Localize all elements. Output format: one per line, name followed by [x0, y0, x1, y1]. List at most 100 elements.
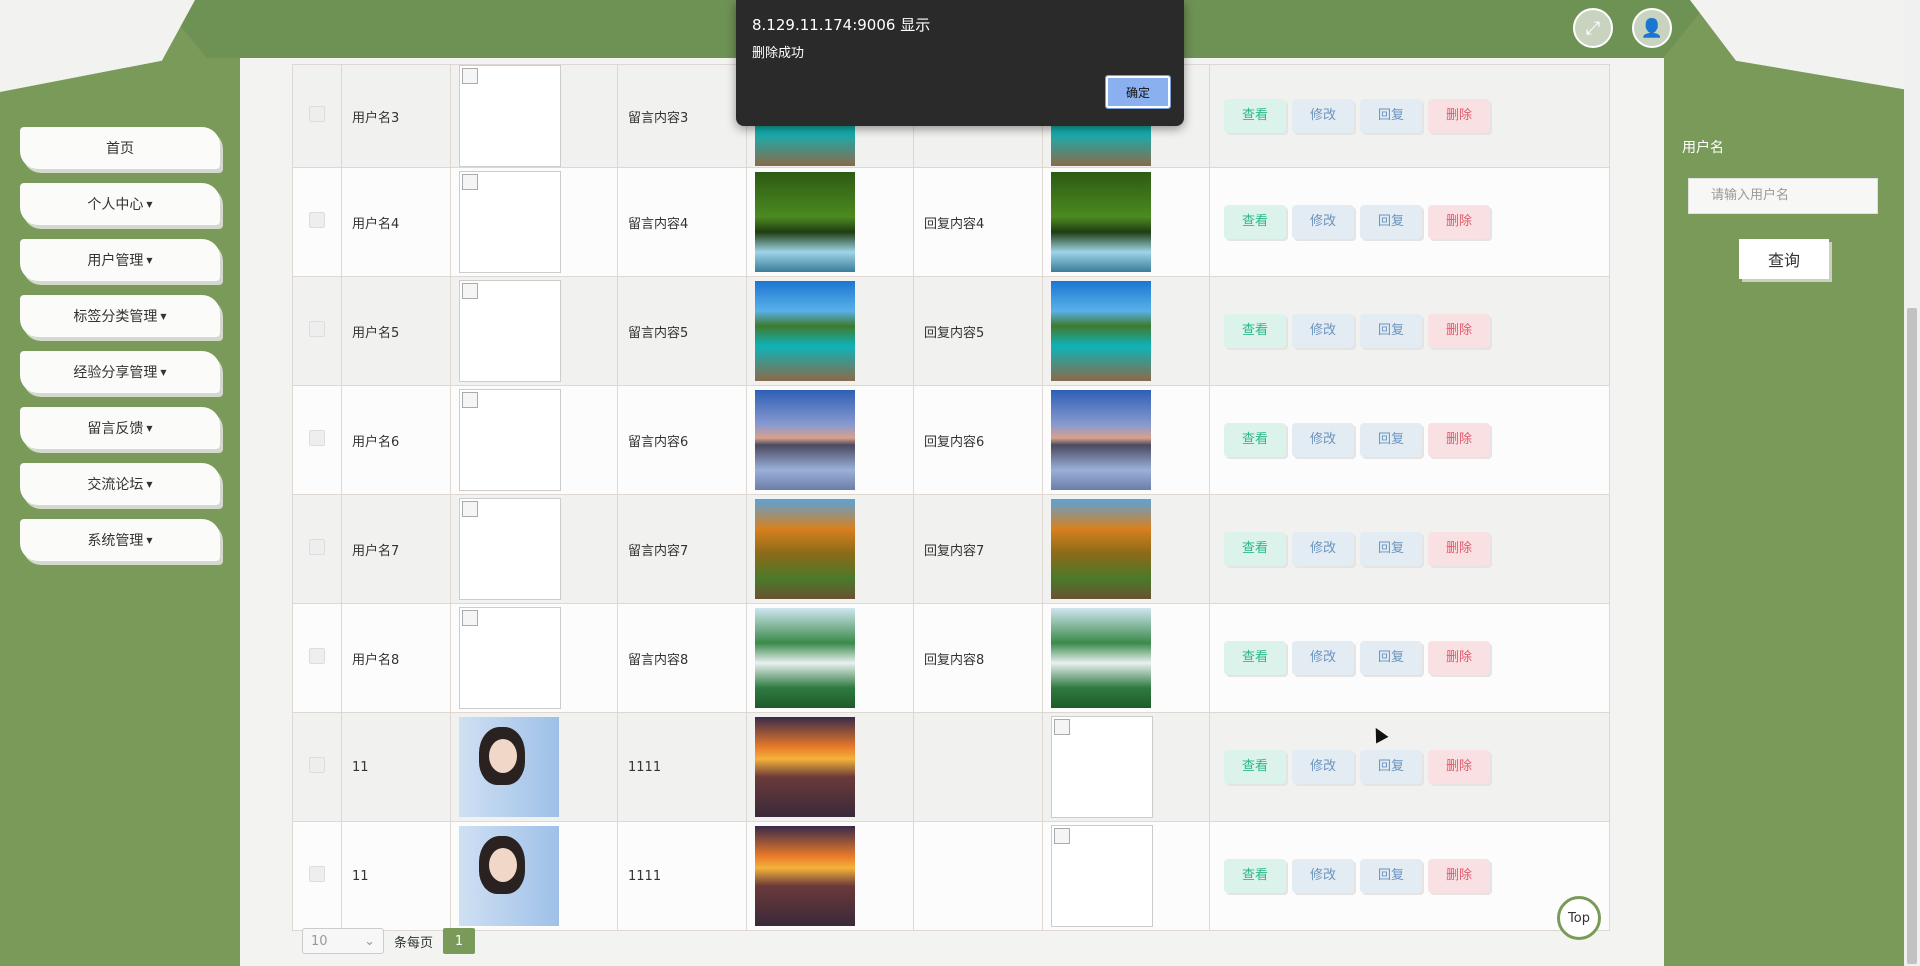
sidebar-item-2[interactable]: 用户管理 ▼ — [20, 239, 220, 281]
table-row: 用户名5 留言内容5 回复内容5 查看 修改 回复 删除 — [292, 276, 1610, 386]
broken-image-icon — [1051, 716, 1153, 818]
edit-button[interactable]: 修改 — [1292, 532, 1354, 566]
table-row: 用户名4 留言内容4 回复内容4 查看 修改 回复 删除 — [292, 167, 1610, 277]
row-checkbox[interactable] — [309, 106, 325, 122]
view-button[interactable]: 查看 — [1224, 99, 1286, 133]
query-button[interactable]: 查询 — [1739, 239, 1829, 279]
avatar-image — [459, 826, 559, 926]
image-image — [755, 499, 855, 599]
caret-down-icon: ▼ — [146, 423, 153, 433]
reply-cell: 回复内容8 — [913, 603, 1043, 713]
table-row: 11 1111 查看 修改 回复 删除 — [292, 712, 1610, 822]
edit-button[interactable]: 修改 — [1292, 99, 1354, 133]
row-checkbox[interactable] — [309, 321, 325, 337]
dialog-message: 删除成功 — [752, 46, 805, 61]
delete-button[interactable]: 删除 — [1428, 641, 1490, 675]
row-checkbox[interactable] — [309, 648, 325, 664]
view-button[interactable]: 查看 — [1224, 423, 1286, 457]
sidebar-item-label: 个人中心 — [87, 197, 144, 213]
username-cell: 用户名6 — [341, 385, 451, 495]
user-icon[interactable]: 👤 — [1632, 8, 1672, 48]
page-size-value: 10 — [311, 933, 328, 949]
delete-button[interactable]: 删除 — [1428, 314, 1490, 348]
table-row: 用户名6 留言内容6 回复内容6 查看 修改 回复 删除 — [292, 385, 1610, 495]
image-image — [755, 608, 855, 708]
delete-button[interactable]: 删除 — [1428, 859, 1490, 893]
edit-button[interactable]: 修改 — [1292, 205, 1354, 239]
reply-button[interactable]: 回复 — [1360, 205, 1422, 239]
edit-button[interactable]: 修改 — [1292, 641, 1354, 675]
reply-cell: 回复内容5 — [913, 276, 1043, 386]
reply-button[interactable]: 回复 — [1360, 750, 1422, 784]
sidebar-item-label: 交流论坛 — [87, 477, 144, 493]
message-cell: 1111 — [617, 712, 747, 822]
back-to-top-button[interactable]: Top — [1557, 896, 1601, 940]
sidebar-item-4[interactable]: 经验分享管理 ▼ — [20, 351, 220, 393]
row-checkbox[interactable] — [309, 757, 325, 773]
sidebar-item-label: 经验分享管理 — [73, 365, 158, 381]
reply-button[interactable]: 回复 — [1360, 423, 1422, 457]
edit-button[interactable]: 修改 — [1292, 750, 1354, 784]
sidebar-item-7[interactable]: 系统管理 ▼ — [20, 519, 220, 561]
reply-button[interactable]: 回复 — [1360, 859, 1422, 893]
delete-button[interactable]: 删除 — [1428, 532, 1490, 566]
view-button[interactable]: 查看 — [1224, 641, 1286, 675]
caret-down-icon: ▼ — [146, 255, 153, 265]
reply-image — [1051, 390, 1151, 490]
broken-image-icon — [459, 171, 561, 273]
search-label: 用户名 — [1682, 140, 1724, 156]
alert-dialog: 8.129.11.174:9006 显示 删除成功 确定 — [736, 0, 1184, 126]
delete-button[interactable]: 删除 — [1428, 423, 1490, 457]
reply-image — [1051, 608, 1151, 708]
delete-button[interactable]: 删除 — [1428, 99, 1490, 133]
page-scrollbar[interactable] — [1904, 0, 1920, 966]
pagination: 10 ⌄ 条每页 1 — [302, 928, 476, 954]
sidebar-item-6[interactable]: 交流论坛 ▼ — [20, 463, 220, 505]
reply-cell — [913, 712, 1043, 822]
view-button[interactable]: 查看 — [1224, 532, 1286, 566]
view-button[interactable]: 查看 — [1224, 314, 1286, 348]
message-table: 用户名3 留言内容3 查看 修改 回复 删除 用户名4 留言内容4 回复内容4 查看 修改 回复 删除用… — [292, 64, 1610, 931]
fullscreen-icon[interactable]: ⤢ — [1573, 8, 1613, 48]
edit-button[interactable]: 修改 — [1292, 859, 1354, 893]
edit-button[interactable]: 修改 — [1292, 423, 1354, 457]
reply-image — [1051, 281, 1151, 381]
dialog-ok-button[interactable]: 确定 — [1105, 75, 1171, 109]
dialog-title: 8.129.11.174:9006 显示 — [752, 16, 931, 34]
broken-image-icon — [459, 280, 561, 382]
reply-button[interactable]: 回复 — [1360, 99, 1422, 133]
caret-down-icon: ▼ — [146, 479, 153, 489]
view-button[interactable]: 查看 — [1224, 205, 1286, 239]
sidebar-item-label: 标签分类管理 — [73, 309, 158, 325]
edit-button[interactable]: 修改 — [1292, 314, 1354, 348]
image-image — [755, 281, 855, 381]
view-button[interactable]: 查看 — [1224, 750, 1286, 784]
sidebar-item-5[interactable]: 留言反馈 ▼ — [20, 407, 220, 449]
reply-cell: 回复内容6 — [913, 385, 1043, 495]
view-button[interactable]: 查看 — [1224, 859, 1286, 893]
username-cell: 用户名4 — [341, 167, 451, 277]
row-checkbox[interactable] — [309, 212, 325, 228]
sidebar-item-1[interactable]: 个人中心 ▼ — [20, 183, 220, 225]
row-checkbox[interactable] — [309, 430, 325, 446]
reply-button[interactable]: 回复 — [1360, 314, 1422, 348]
row-checkbox[interactable] — [309, 866, 325, 882]
sidebar-item-0[interactable]: 首页 — [20, 127, 220, 169]
reply-button[interactable]: 回复 — [1360, 641, 1422, 675]
row-checkbox[interactable] — [309, 539, 325, 555]
scrollbar-thumb[interactable] — [1907, 308, 1917, 964]
username-search-input[interactable]: 请输入用户名 — [1688, 178, 1878, 214]
sidebar-item-3[interactable]: 标签分类管理 ▼ — [20, 295, 220, 337]
broken-image-icon — [1051, 825, 1153, 927]
username-cell: 用户名3 — [341, 64, 451, 168]
message-cell: 1111 — [617, 821, 747, 931]
delete-button[interactable]: 删除 — [1428, 205, 1490, 239]
broken-image-icon — [459, 607, 561, 709]
username-cell: 11 — [341, 712, 451, 822]
reply-button[interactable]: 回复 — [1360, 532, 1422, 566]
delete-button[interactable]: 删除 — [1428, 750, 1490, 784]
page-button-current[interactable]: 1 — [443, 928, 476, 954]
message-cell: 留言内容6 — [617, 385, 747, 495]
table-row: 11 1111 查看 修改 回复 删除 — [292, 821, 1610, 931]
page-size-select[interactable]: 10 ⌄ — [302, 928, 384, 954]
